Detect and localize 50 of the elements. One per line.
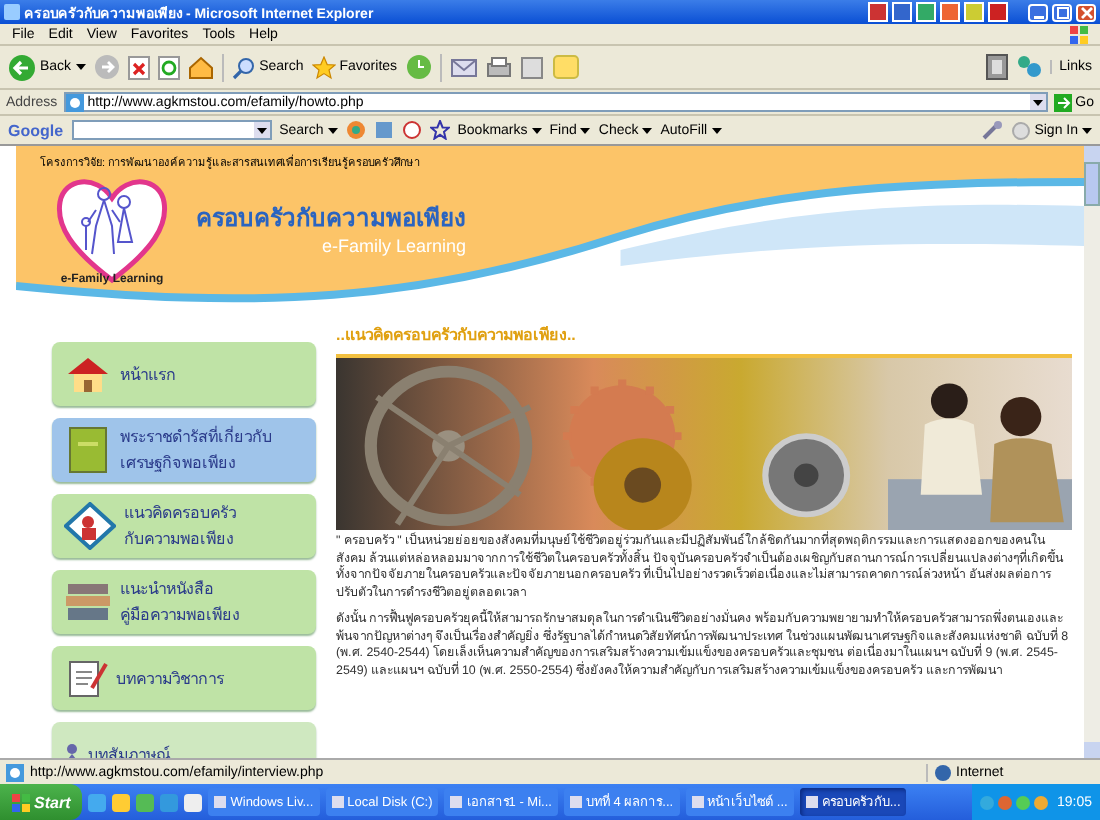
caret-icon [580, 127, 591, 133]
star-icon [311, 55, 336, 79]
globe-icon [934, 763, 952, 781]
windows-logo-icon [1070, 25, 1088, 43]
page-icon [6, 763, 24, 781]
book-icon [64, 426, 112, 474]
go-arrow-icon [1053, 93, 1072, 111]
caret-icon [1082, 127, 1092, 133]
mail-icon[interactable] [449, 55, 478, 79]
back-arrow-icon [8, 53, 36, 81]
minimize-button[interactable] [1028, 3, 1048, 21]
caret-icon [75, 64, 86, 70]
site-subtitle: e-Family Learning [321, 236, 466, 256]
site-title: ครอบครัวกับความพอเพียง [196, 202, 466, 236]
notepad-icon [64, 656, 108, 700]
search-icon [231, 55, 256, 79]
windows-logo-icon [12, 793, 30, 811]
sidebar-link[interactable]: หน้าแรก [52, 342, 316, 406]
close-button[interactable] [1076, 3, 1096, 21]
sign-icon [64, 502, 116, 550]
home-icon[interactable] [187, 55, 214, 79]
books-icon [64, 580, 112, 624]
close-icon [1079, 5, 1093, 19]
refresh-icon[interactable] [157, 55, 180, 79]
google-search-field[interactable] [71, 120, 272, 140]
history-icon[interactable] [405, 54, 432, 80]
messenger-icon[interactable] [1015, 54, 1042, 80]
page-icon [65, 93, 84, 111]
wrench-icon[interactable] [982, 120, 1005, 140]
star-icon[interactable] [429, 120, 450, 140]
stop-icon[interactable] [127, 55, 150, 79]
maximize-button[interactable] [1052, 3, 1072, 21]
caret-icon [711, 127, 722, 133]
caret-icon [327, 127, 338, 133]
caret-icon [642, 127, 653, 133]
sidebar-link[interactable]: แนวคิดครอบครัว กับความพอเพียง [52, 494, 316, 558]
maximize-icon [1055, 5, 1069, 19]
browser-icon [4, 4, 20, 20]
vertical-scrollbar[interactable] [1084, 146, 1100, 758]
sidebar-link[interactable]: แนะนำหนังสือ คู่มือความพอเพียง [52, 570, 316, 634]
dropdown-arrow-icon[interactable] [1029, 94, 1046, 110]
caret-icon [531, 127, 542, 133]
person-icon [64, 744, 80, 758]
globe-icon[interactable] [345, 120, 366, 140]
dropdown-arrow-icon[interactable] [253, 122, 270, 138]
google-logo: Google [8, 121, 64, 139]
sidebar-link[interactable]: บทความวิชาการ [52, 646, 316, 710]
print-icon[interactable] [485, 55, 512, 79]
house-icon [64, 354, 112, 394]
sidebar-link[interactable]: พระราชดำรัสที่เกี่ยวกับ เศรษฐกิจพอเพียง [52, 418, 316, 482]
